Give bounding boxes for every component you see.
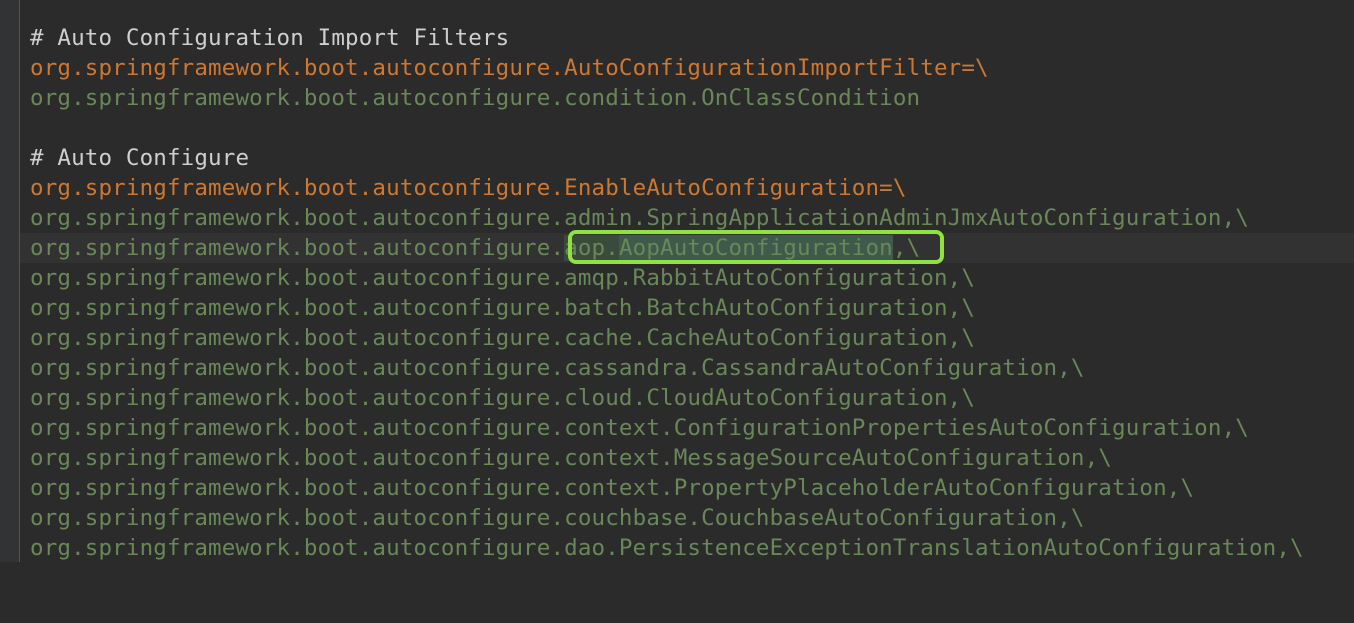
property-value: org.springframework.boot.autoconfigure.c… (30, 445, 1112, 471)
property-value: org.springframework.boot.autoconfigure.c… (30, 505, 1085, 531)
code-line[interactable]: org.springframework.boot.autoconfigure.E… (20, 173, 1354, 203)
code-line[interactable]: org.springframework.boot.autoconfigure.c… (20, 83, 1354, 113)
property-key: org.springframework.boot.autoconfigure.A… (30, 55, 989, 81)
property-value: org.springframework.boot.autoconfigure.a… (30, 265, 976, 291)
code-editor[interactable]: # Auto Configuration Import Filters org.… (20, 0, 1354, 562)
code-line-current[interactable]: org.springframework.boot.autoconfigure.a… (20, 233, 1354, 263)
code-line[interactable]: org.springframework.boot.autoconfigure.c… (20, 383, 1354, 413)
property-value: org.springframework.boot.autoconfigure.c… (30, 415, 1249, 441)
code-line[interactable]: org.springframework.boot.autoconfigure.c… (20, 353, 1354, 383)
code-line[interactable]: org.springframework.boot.autoconfigure.c… (20, 413, 1354, 443)
package-segment: aop. (564, 235, 619, 261)
property-value: org.springframework.boot.autoconfigure.a… (30, 205, 1249, 231)
comment-text: # Auto Configure (30, 145, 250, 171)
property-value: org.springframework.boot.autoconfigure.b… (30, 295, 976, 321)
property-value: org.springframework.boot.autoconfigure.c… (30, 325, 976, 351)
code-line[interactable]: org.springframework.boot.autoconfigure.a… (20, 263, 1354, 293)
property-value: org.springframework.boot.autoconfigure.c… (30, 85, 921, 111)
package-prefix: org.springframework.boot.autoconfigure. (30, 235, 565, 261)
line-suffix: ,\ (892, 235, 921, 261)
property-key: org.springframework.boot.autoconfigure.E… (30, 175, 907, 201)
code-line[interactable]: org.springframework.boot.autoconfigure.c… (20, 323, 1354, 353)
code-line[interactable]: # Auto Configure (20, 143, 1354, 173)
code-line[interactable]: org.springframework.boot.autoconfigure.b… (20, 293, 1354, 323)
property-value: org.springframework.boot.autoconfigure.d… (30, 535, 1304, 561)
code-line[interactable]: # Auto Configuration Import Filters (20, 23, 1354, 53)
class-name-selection[interactable]: AopAutoConfiguration (618, 235, 893, 261)
comment-text: # Auto Configuration Import Filters (30, 25, 510, 51)
property-value: org.springframework.boot.autoconfigure.c… (30, 355, 1085, 381)
property-value: org.springframework.boot.autoconfigure.c… (30, 475, 1195, 501)
code-line-blank[interactable] (20, 113, 1354, 143)
code-line[interactable]: org.springframework.boot.autoconfigure.c… (20, 473, 1354, 503)
code-line[interactable]: org.springframework.boot.autoconfigure.A… (20, 53, 1354, 83)
code-line[interactable]: org.springframework.boot.autoconfigure.a… (20, 203, 1354, 233)
code-line[interactable]: org.springframework.boot.autoconfigure.d… (20, 533, 1354, 563)
code-line[interactable]: org.springframework.boot.autoconfigure.c… (20, 503, 1354, 533)
code-line[interactable]: org.springframework.boot.autoconfigure.c… (20, 443, 1354, 473)
editor-gutter (0, 0, 20, 562)
property-value-highlighted: org.springframework.boot.autoconfigure.a… (30, 233, 920, 263)
property-value: org.springframework.boot.autoconfigure.c… (30, 385, 976, 411)
